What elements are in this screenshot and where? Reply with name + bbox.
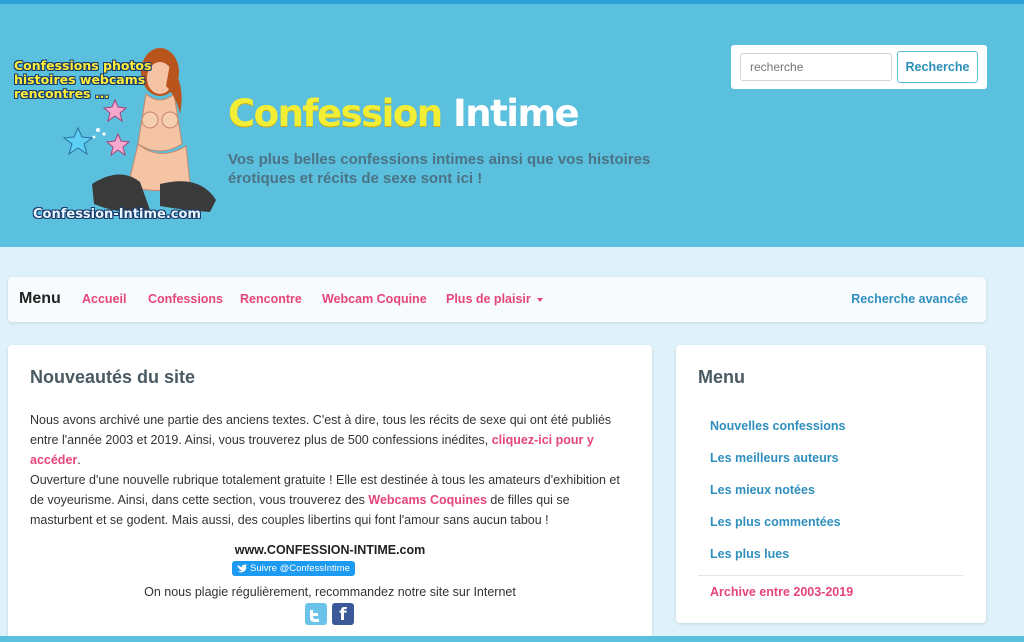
bottom-accent-line xyxy=(0,636,1024,642)
news-title: Nouveautés du site xyxy=(30,367,196,387)
sidebar-divider xyxy=(698,575,964,576)
search-input[interactable] xyxy=(740,53,892,81)
nav-item-label: Plus de plaisir xyxy=(446,292,531,306)
logo-caption-line: Confessions photos xyxy=(14,58,152,73)
sidebar-item-plus-commentees[interactable]: Les plus commentées xyxy=(710,515,841,529)
webcams-coquines-link[interactable]: Webcams Coquines xyxy=(368,493,487,507)
nav-item-plus-de-plaisir[interactable]: Plus de plaisir xyxy=(446,292,543,306)
news-paragraph-archive: Nous avons archivé une partie des ancien… xyxy=(30,410,634,470)
twitter-follow-button[interactable]: Suivre @ConfessIntime xyxy=(232,561,355,576)
facebook-icon[interactable]: f xyxy=(332,603,354,625)
navbar-brand[interactable]: Menu xyxy=(19,290,61,308)
nav-item-accueil[interactable]: Accueil xyxy=(82,292,126,306)
logo-caption: Confessions photos histoires webcams ren… xyxy=(14,59,151,101)
news-paragraph-webcams: Ouverture d'une nouvelle rubrique totale… xyxy=(30,470,634,530)
twitter-follow-label: Suivre @ConfessIntime xyxy=(250,563,350,574)
main-navbar: Menu Accueil Confessions Rencontre Webca… xyxy=(8,277,986,322)
site-tagline: Vos plus belles confessions intimes ains… xyxy=(228,151,651,187)
site-header: Confessions photos histoires webcams ren… xyxy=(0,4,1024,247)
search-button[interactable]: Recherche xyxy=(897,51,978,83)
logo-caption-line: histoires webcams xyxy=(14,72,146,87)
sidebar-item-meilleurs-auteurs[interactable]: Les meilleurs auteurs xyxy=(710,451,839,465)
advanced-search-link[interactable]: Recherche avancée xyxy=(851,292,968,306)
caret-down-icon xyxy=(536,297,543,302)
site-url: www.CONFESSION-INTIME.com xyxy=(234,543,426,557)
twitter-glyph xyxy=(310,610,319,622)
nav-item-webcam-coquine[interactable]: Webcam Coquine xyxy=(322,292,427,306)
twitter-bird-icon xyxy=(237,564,247,573)
site-title-part2: Intime xyxy=(441,92,580,135)
sidebar-item-nouvelles-confessions[interactable]: Nouvelles confessions xyxy=(710,419,845,433)
twitter-icon[interactable] xyxy=(305,603,327,625)
nav-item-confessions[interactable]: Confessions xyxy=(148,292,223,306)
recommend-note: On nous plagie régulièrement, recommande… xyxy=(144,585,516,599)
sidebar-item-archive[interactable]: Archive entre 2003-2019 xyxy=(710,585,853,599)
logo-caption-line: rencontres ... xyxy=(14,86,110,101)
search-form: Recherche xyxy=(731,45,987,89)
logo-domain: Confession-Intime.com xyxy=(33,207,201,222)
sidebar-item-plus-lues[interactable]: Les plus lues xyxy=(710,547,789,561)
site-title[interactable]: Confession Intime xyxy=(228,92,580,135)
nav-item-rencontre[interactable]: Rencontre xyxy=(240,292,302,306)
paragraph-text: . xyxy=(77,453,81,467)
sidebar-title: Menu xyxy=(698,367,745,387)
sidebar-item-mieux-notees[interactable]: Les mieux notées xyxy=(710,483,815,497)
sidebar-menu-card: Menu Nouvelles confessions Les meilleurs… xyxy=(676,345,986,623)
site-title-part1: Confession xyxy=(228,92,443,135)
news-card: Nouveautés du site Nous avons archivé un… xyxy=(8,345,652,642)
